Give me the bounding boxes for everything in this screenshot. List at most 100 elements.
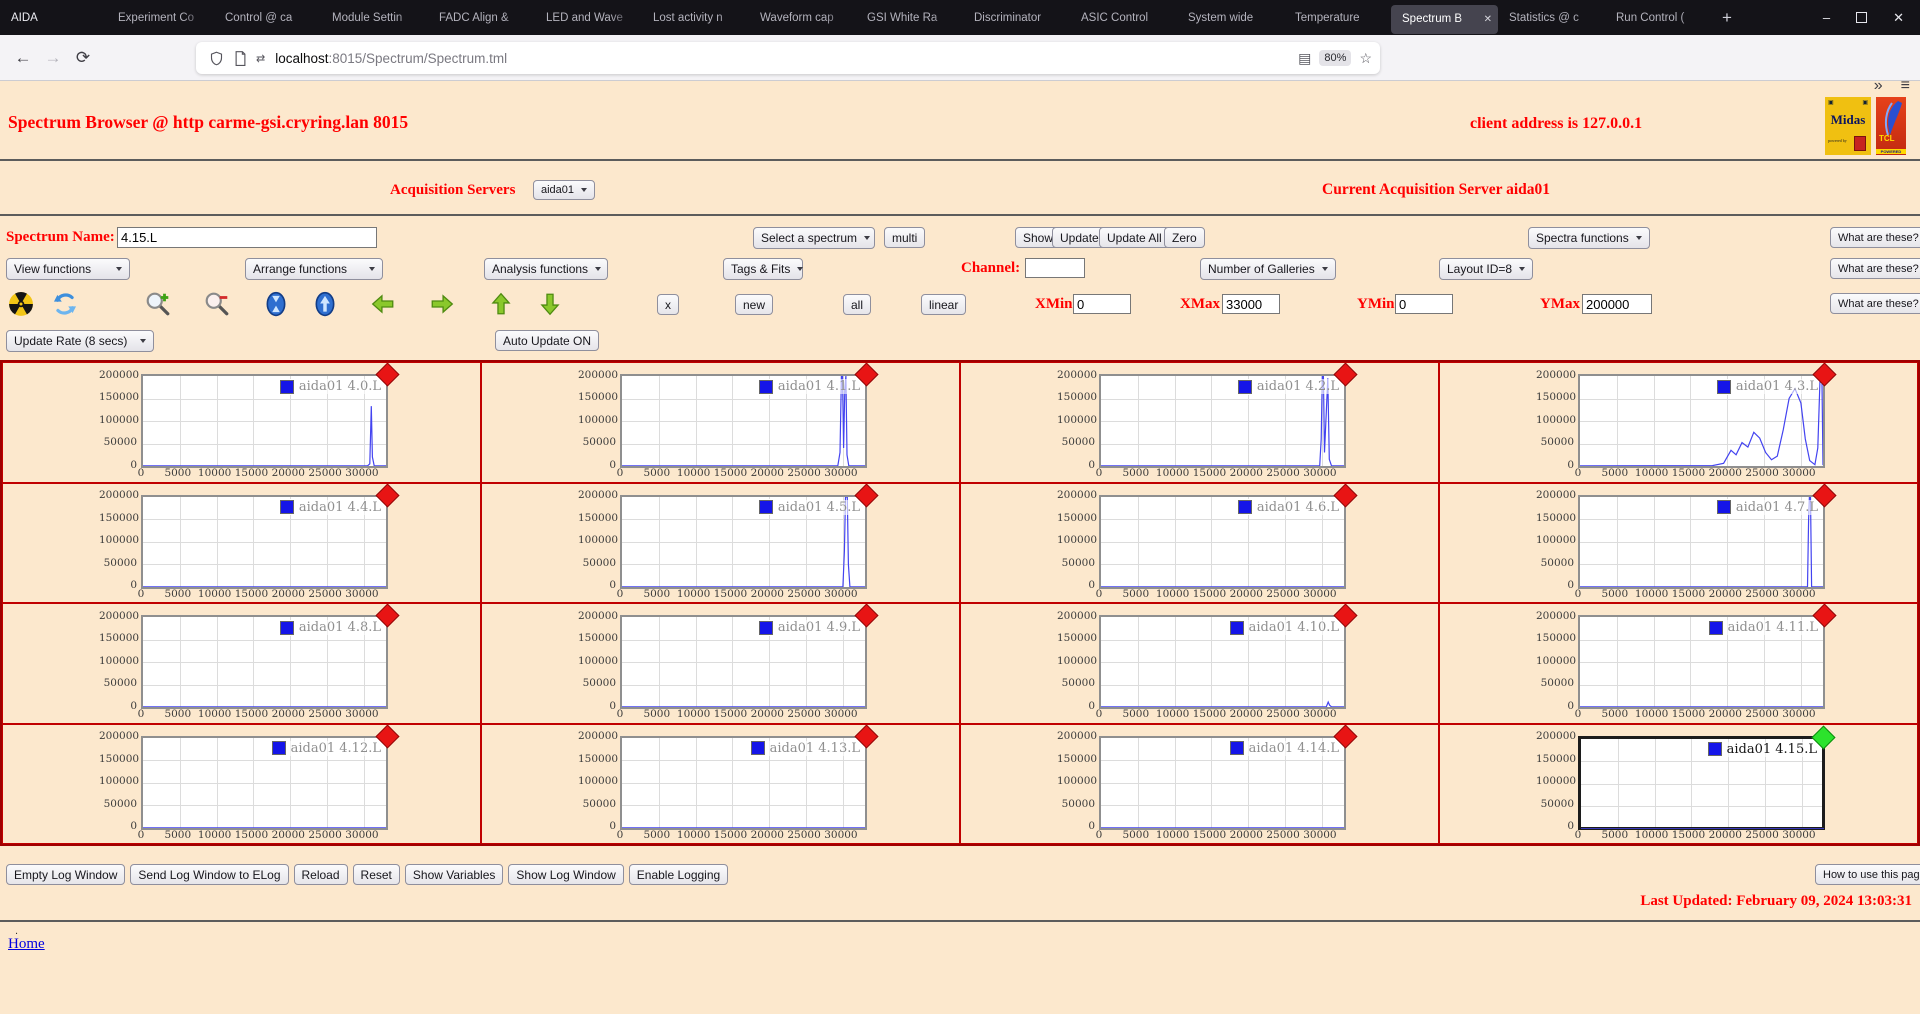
browser-tab[interactable]: ASIC Control	[1070, 0, 1177, 35]
plot-area[interactable]: aida01 4.8.L	[141, 603, 400, 709]
spectrum-cell[interactable]: 0 50000 100000 150000 200000 aida01 4.15.L 0 50…	[1439, 723, 1918, 844]
spectrum-cell[interactable]: 0 50000 100000 150000 200000 aida01 4.4.L 0 500…	[2, 482, 481, 603]
what-are-these-button[interactable]: What are these?	[1830, 293, 1920, 314]
zoom-out-icon[interactable]	[204, 291, 230, 317]
browser-tab[interactable]: Module Settin	[321, 0, 428, 35]
browser-tab[interactable]: Control @ ca	[214, 0, 321, 35]
spectrum-cell[interactable]: 0 50000 100000 150000 200000 aida01 4.10.L 0 50…	[960, 603, 1439, 724]
spectrum-cell[interactable]: 0 50000 100000 150000 200000 aida01 4.12.L 0 50…	[2, 723, 481, 844]
browser-tab[interactable]: Waveform cap	[749, 0, 856, 35]
window-close-button[interactable]: ✕	[1893, 10, 1904, 26]
reload-button[interactable]: ⟳	[68, 48, 98, 68]
plot-area[interactable]: aida01 4.12.L	[141, 723, 400, 830]
menu-hamburger-icon[interactable]: ≡	[1901, 77, 1910, 95]
x-button[interactable]: x	[657, 294, 679, 315]
plot-area[interactable]: aida01 4.10.L	[1099, 603, 1358, 709]
collapse-y-icon[interactable]	[263, 291, 289, 317]
how-to-use-button[interactable]: How to use this page	[1815, 864, 1920, 885]
arrow-up-icon[interactable]	[488, 291, 514, 317]
page-info-icon[interactable]	[234, 50, 247, 66]
spectrum-cell[interactable]: 0 50000 100000 150000 200000 aida01 4.9.L 0 500…	[481, 603, 960, 724]
what-are-these-button[interactable]: What are these?	[1830, 227, 1920, 248]
send-log-window-to-elog-button[interactable]: Send Log Window to ELog	[130, 864, 289, 885]
browser-tab[interactable]: Statistics @ c	[1498, 0, 1605, 35]
show-variables-button[interactable]: Show Variables	[404, 864, 504, 885]
overflow-chevron-icon[interactable]: »	[1874, 77, 1883, 95]
spectrum-cell[interactable]: 0 50000 100000 150000 200000 aida01 4.0.L 0 500…	[2, 362, 481, 483]
browser-tab[interactable]: System wide	[1177, 0, 1284, 35]
empty-log-window-button[interactable]: Empty Log Window	[6, 864, 126, 885]
plot-area[interactable]: aida01 4.0.L	[141, 362, 400, 468]
ymin-input[interactable]	[1395, 294, 1453, 314]
reset-button[interactable]: Reset	[352, 864, 400, 885]
spectrum-cell[interactable]: 0 50000 100000 150000 200000 aida01 4.11.L 0 50…	[1439, 603, 1918, 724]
view-functions-select[interactable]: View functions	[6, 258, 130, 280]
back-button[interactable]: ←	[8, 48, 38, 68]
reader-mode-icon[interactable]: ▤	[1298, 50, 1311, 67]
spectrum-cell[interactable]: 0 50000 100000 150000 200000 aida01 4.1.L 0 500…	[481, 362, 960, 483]
new-button[interactable]: new	[735, 294, 774, 315]
show-log-window-button[interactable]: Show Log Window	[508, 864, 624, 885]
what-are-these-button[interactable]: What are these?	[1830, 258, 1920, 279]
plot-area[interactable]: aida01 4.9.L	[620, 603, 879, 709]
browser-tab[interactable]: Experiment Co	[107, 0, 214, 35]
layout-id-select[interactable]: Layout ID=8	[1439, 258, 1533, 280]
number-of-galleries-select[interactable]: Number of Galleries	[1200, 258, 1336, 280]
browser-tab[interactable]: Lost activity n	[642, 0, 749, 35]
analysis-functions-select[interactable]: Analysis functions	[484, 258, 608, 280]
permissions-icon[interactable]: ⇄	[256, 52, 265, 65]
new-tab-button[interactable]: +	[1722, 8, 1732, 28]
browser-tab[interactable]: Spectrum B ✕	[1391, 4, 1498, 34]
xmin-input[interactable]	[1073, 294, 1131, 314]
plot-area[interactable]: aida01 4.3.L	[1578, 362, 1837, 468]
acquisition-server-select[interactable]: aida01	[533, 180, 596, 200]
browser-tab[interactable]: Temperature	[1284, 0, 1391, 35]
home-link[interactable]: Home	[8, 936, 45, 953]
browser-tab[interactable]: AIDA	[0, 0, 107, 35]
url-text[interactable]: localhost:8015/Spectrum/Spectrum.tml	[275, 51, 507, 66]
shield-icon[interactable]	[209, 51, 224, 66]
channel-input[interactable]	[1025, 258, 1085, 278]
zero-button[interactable]: Zero	[1164, 227, 1205, 248]
url-bar[interactable]: ⇄ localhost:8015/Spectrum/Spectrum.tml ▤…	[196, 42, 1380, 74]
spectrum-cell[interactable]: 0 50000 100000 150000 200000 aida01 4.13.L 0 50…	[481, 723, 960, 844]
browser-tab[interactable]: Run Control (	[1605, 0, 1712, 35]
spectra-functions-select[interactable]: Spectra functions	[1528, 227, 1650, 249]
spectrum-cell[interactable]: 0 50000 100000 150000 200000 aida01 4.8.L 0 500…	[2, 603, 481, 724]
close-tab-icon[interactable]: ✕	[1484, 14, 1492, 25]
spectrum-cell[interactable]: 0 50000 100000 150000 200000 aida01 4.5.L 0 500…	[481, 482, 960, 603]
zoom-in-icon[interactable]	[145, 291, 171, 317]
browser-tab[interactable]: GSI White Ra	[856, 0, 963, 35]
spectrum-cell[interactable]: 0 50000 100000 150000 200000 aida01 4.14.L 0 50…	[960, 723, 1439, 844]
browser-tab[interactable]: LED and Wave	[535, 0, 642, 35]
spectrum-cell[interactable]: 0 50000 100000 150000 200000 aida01 4.3.L 0 500…	[1439, 362, 1918, 483]
plot-area[interactable]: aida01 4.4.L	[141, 482, 400, 589]
plot-area[interactable]: aida01 4.14.L	[1099, 723, 1358, 830]
plot-area[interactable]: aida01 4.15.L	[1578, 724, 1836, 830]
arrow-left-icon[interactable]	[370, 291, 396, 317]
arrow-right-icon[interactable]	[429, 291, 455, 317]
multi-button[interactable]: multi	[884, 227, 926, 248]
bookmark-star-icon[interactable]: ☆	[1359, 50, 1372, 67]
plot-area[interactable]: aida01 4.13.L	[620, 723, 879, 830]
window-maximize-button[interactable]	[1856, 12, 1868, 23]
refresh-icon[interactable]	[52, 291, 78, 317]
xmax-input[interactable]	[1222, 294, 1280, 314]
tags-fits-select[interactable]: Tags & Fits	[723, 258, 804, 280]
plot-area[interactable]: aida01 4.11.L	[1578, 603, 1837, 709]
expand-y-icon[interactable]	[312, 291, 338, 317]
forward-button[interactable]: →	[38, 48, 68, 68]
reload-button[interactable]: Reload	[293, 864, 348, 885]
plot-area[interactable]: aida01 4.1.L	[620, 362, 879, 468]
window-minimize-button[interactable]: –	[1823, 10, 1830, 25]
browser-tab[interactable]: Discriminator	[963, 0, 1070, 35]
update-rate-select[interactable]: Update Rate (8 secs)	[6, 330, 154, 352]
zoom-level-indicator[interactable]: 80%	[1319, 50, 1352, 66]
all-button[interactable]: all	[843, 294, 872, 315]
linear-button[interactable]: linear	[921, 294, 967, 315]
select-a-spectrum-select[interactable]: Select a spectrum	[753, 227, 875, 249]
radiation-icon[interactable]	[8, 291, 34, 317]
auto-update-button[interactable]: Auto Update ON	[495, 330, 600, 351]
spectrum-cell[interactable]: 0 50000 100000 150000 200000 aida01 4.6.L 0 500…	[960, 482, 1439, 603]
plot-area[interactable]: aida01 4.6.L	[1099, 482, 1358, 589]
